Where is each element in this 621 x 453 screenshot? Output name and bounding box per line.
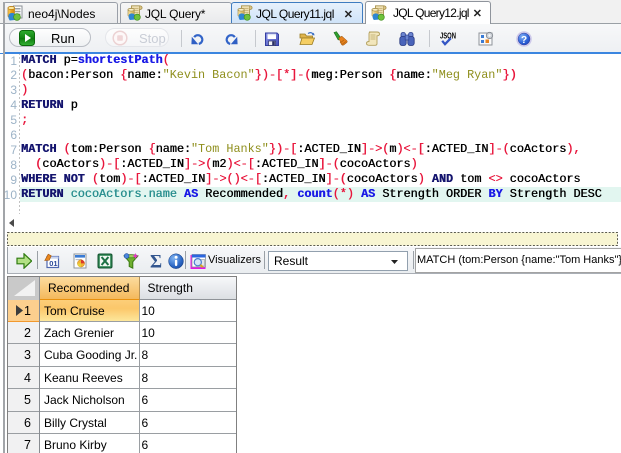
svg-text:?: ? [521,35,527,46]
svg-text:Σ: Σ [150,253,162,269]
svg-text:01: 01 [49,259,57,268]
svg-text:JSON: JSON [440,31,456,41]
